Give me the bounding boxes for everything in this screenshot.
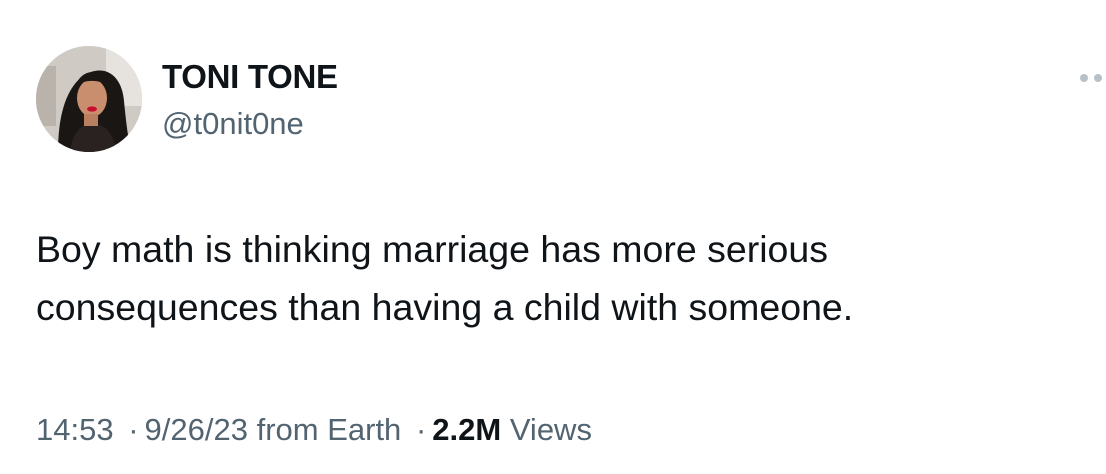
tweet-card: TONI TONE @t0nit0ne Boy math is thinking…: [0, 0, 1106, 474]
tweet-time[interactable]: 14:53: [36, 412, 114, 447]
avatar[interactable]: [36, 46, 142, 152]
display-name[interactable]: TONI TONE: [162, 58, 338, 96]
tweet-date[interactable]: 9/26/23: [145, 412, 248, 447]
more-options-icon[interactable]: [1080, 68, 1106, 88]
views-count[interactable]: 2.2M: [432, 412, 501, 447]
separator: ·: [415, 412, 427, 447]
tweet-meta: 14:53 · 9/26/23 from Earth · 2.2M Views: [36, 412, 592, 448]
tweet-text: Boy math is thinking marriage has more s…: [36, 228, 854, 328]
user-handle[interactable]: @t0nit0ne: [162, 106, 304, 142]
tweet-source: from Earth: [256, 412, 402, 447]
views-label: Views: [509, 412, 592, 447]
more-dot: [1080, 74, 1088, 82]
more-dot: [1094, 74, 1102, 82]
separator: ·: [128, 412, 139, 447]
profile-photo: [36, 46, 142, 152]
